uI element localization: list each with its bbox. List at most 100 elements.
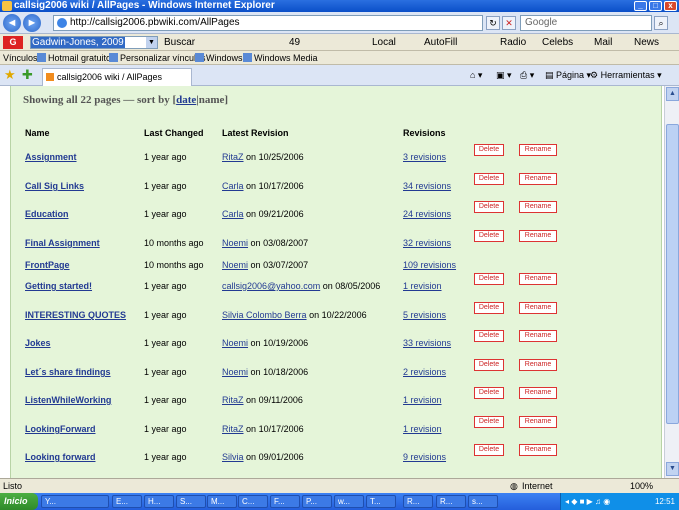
tools-menu[interactable]: ⚙ Herramientas ▾	[590, 65, 662, 86]
delete-button[interactable]: Delete	[474, 387, 504, 399]
taskbar-item[interactable]: E...	[112, 495, 142, 508]
toolbar-search-combo[interactable]: Gadwin-Jones, 2009 ▼	[30, 36, 158, 49]
search-input[interactable]: Google	[520, 15, 652, 31]
revisions-link[interactable]: 3 revisions	[403, 152, 446, 162]
feeds-icon[interactable]: ▣ ▾	[496, 65, 512, 86]
rename-button[interactable]: Rename	[519, 302, 557, 314]
revision-user-link[interactable]: Silvia Colombo Berra	[222, 310, 307, 320]
sort-by-name-link[interactable]: name	[199, 94, 225, 106]
rename-button[interactable]: Rename	[519, 173, 557, 185]
taskbar-item[interactable]: R...	[403, 495, 433, 508]
page-name-link[interactable]: Jokes	[25, 338, 51, 348]
revisions-link[interactable]: 2 revisions	[403, 367, 446, 377]
page-name-link[interactable]: Final Assignment	[25, 238, 100, 248]
page-name-link[interactable]: Getting started!	[25, 281, 92, 291]
start-button[interactable]: Inicio	[0, 493, 38, 510]
revision-user-link[interactable]: RitaZ	[222, 152, 244, 162]
revision-user-link[interactable]: Noemi	[222, 238, 248, 248]
home-icon[interactable]: ⌂ ▾	[470, 65, 482, 86]
page-name-link[interactable]: Let´s share findings	[25, 367, 111, 377]
link-windows-media[interactable]: Windows Media	[243, 51, 318, 65]
revision-user-link[interactable]: RitaZ	[222, 424, 244, 434]
taskbar-item[interactable]: T...	[366, 495, 396, 508]
page-menu[interactable]: ▤ Página ▾	[545, 65, 591, 86]
address-input[interactable]: http://callsig2006.pbwiki.com/AllPages	[53, 15, 483, 31]
print-icon[interactable]: ⎙ ▾	[520, 65, 534, 86]
rename-button[interactable]: Rename	[519, 201, 557, 213]
delete-button[interactable]: Delete	[474, 144, 504, 156]
revisions-link[interactable]: 1 revision	[403, 424, 442, 434]
favorites-star-icon[interactable]: ★	[4, 68, 16, 81]
rename-button[interactable]: Rename	[519, 359, 557, 371]
page-name-link[interactable]: Looking forward	[25, 452, 96, 462]
page-name-link[interactable]: INTERESTING QUOTES	[25, 310, 126, 320]
page-name-link[interactable]: Education	[25, 209, 69, 219]
scroll-up-arrow-icon[interactable]: ▲	[666, 87, 679, 101]
delete-button[interactable]: Delete	[474, 330, 504, 342]
revision-user-link[interactable]: callsig2006@yahoo.com	[222, 281, 320, 291]
taskbar-item[interactable]: P...	[302, 495, 332, 508]
revision-user-link[interactable]: Noemi	[222, 367, 248, 377]
chevron-down-icon[interactable]: ▼	[146, 37, 157, 48]
page-name-link[interactable]: LookingForward	[25, 424, 96, 434]
page-name-link[interactable]: Assignment	[25, 152, 77, 162]
tray-icons[interactable]: ◂ ◆ ■ ▶ ♫ ◉	[565, 493, 610, 510]
revisions-link[interactable]: 5 revisions	[403, 310, 446, 320]
revision-user-link[interactable]: Noemi	[222, 260, 248, 270]
revisions-link[interactable]: 33 revisions	[403, 338, 451, 348]
revision-user-link[interactable]: RitaZ	[222, 395, 244, 405]
delete-button[interactable]: Delete	[474, 273, 504, 285]
rename-button[interactable]: Rename	[519, 416, 557, 428]
toolbar-blocked-count[interactable]: 49	[289, 34, 300, 51]
rename-button[interactable]: Rename	[519, 230, 557, 242]
taskbar-item[interactable]: w...	[334, 495, 364, 508]
link-windows[interactable]: Windows	[195, 51, 243, 65]
vertical-scrollbar[interactable]: ▲ ▼	[664, 86, 679, 478]
revision-user-link[interactable]: Silvia	[222, 452, 244, 462]
toolbar-mail-button[interactable]: Mail	[594, 34, 612, 51]
taskbar-item[interactable]: S...	[176, 495, 206, 508]
page-name-link[interactable]: ListenWhileWorking	[25, 395, 111, 405]
maximize-button[interactable]: □	[649, 1, 662, 11]
revisions-link[interactable]: 9 revisions	[403, 452, 446, 462]
rename-button[interactable]: Rename	[519, 273, 557, 285]
minimize-button[interactable]: _	[634, 1, 647, 11]
rename-button[interactable]: Rename	[519, 144, 557, 156]
page-name-link[interactable]: Call Sig Links	[25, 181, 84, 191]
forward-button[interactable]: ►	[23, 14, 41, 32]
delete-button[interactable]: Delete	[474, 230, 504, 242]
delete-button[interactable]: Delete	[474, 416, 504, 428]
toolbar-news-button[interactable]: News	[634, 34, 659, 51]
google-logo[interactable]: G	[3, 36, 23, 49]
stop-button[interactable]: ✕	[502, 16, 516, 30]
delete-button[interactable]: Delete	[474, 201, 504, 213]
revision-user-link[interactable]: Carla	[222, 209, 244, 219]
delete-button[interactable]: Delete	[474, 444, 504, 456]
taskbar-item[interactable]: F...	[270, 495, 300, 508]
link-hotmail[interactable]: Hotmail gratuito	[37, 51, 111, 65]
rename-button[interactable]: Rename	[519, 444, 557, 456]
toolbar-search-button[interactable]: Buscar	[164, 34, 195, 51]
revision-user-link[interactable]: Carla	[222, 181, 244, 191]
scroll-down-arrow-icon[interactable]: ▼	[666, 462, 679, 476]
toolbar-celebs-button[interactable]: Celebs	[542, 34, 573, 51]
back-button[interactable]: ◄	[3, 14, 21, 32]
taskbar-item[interactable]: C...	[238, 495, 268, 508]
toolbar-radio-button[interactable]: Radio	[500, 34, 526, 51]
revisions-link[interactable]: 1 revision	[403, 395, 442, 405]
tab-allpages[interactable]: callsig2006 wiki / AllPages	[42, 68, 192, 86]
delete-button[interactable]: Delete	[474, 173, 504, 185]
taskbar-item[interactable]: M...	[207, 495, 237, 508]
toolbar-autofill-button[interactable]: AutoFill	[424, 34, 457, 51]
taskbar-item[interactable]: R...	[436, 495, 466, 508]
delete-button[interactable]: Delete	[474, 359, 504, 371]
toolbar-local-button[interactable]: Local	[372, 34, 396, 51]
zoom-level[interactable]: 100%	[630, 479, 653, 493]
search-icon[interactable]: ⌕	[654, 16, 668, 30]
sort-by-date-link[interactable]: date	[176, 94, 196, 106]
delete-button[interactable]: Delete	[474, 302, 504, 314]
revisions-link[interactable]: 1 revision	[403, 281, 442, 291]
rename-button[interactable]: Rename	[519, 330, 557, 342]
page-name-link[interactable]: FrontPage	[25, 260, 70, 270]
scrollbar-thumb[interactable]	[666, 124, 679, 424]
